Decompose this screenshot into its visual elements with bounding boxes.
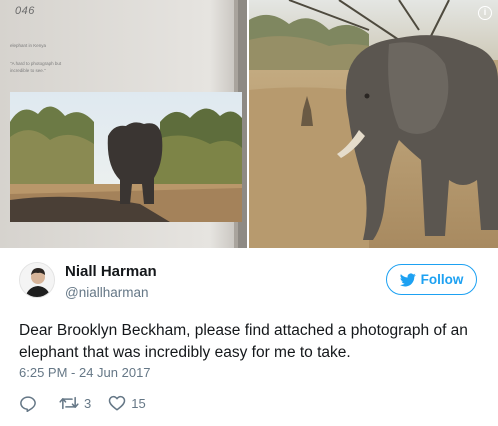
retweet-icon [59,396,79,410]
like-button[interactable]: 15 [108,395,146,411]
follow-button[interactable]: Follow [386,264,477,295]
avatar[interactable] [19,262,55,298]
reply-button[interactable] [19,395,37,412]
book-caption-line-1: "A hard to photograph but [10,61,62,66]
twitter-bird-icon [399,272,416,286]
elephant-photo[interactable]: i [249,0,498,248]
retweet-button[interactable]: 3 [59,395,91,411]
reply-icon [20,395,36,412]
tweet-text: Dear Brooklyn Beckham, please find attac… [19,322,468,361]
retweet-count: 3 [84,395,92,411]
info-icon[interactable]: i [478,6,492,20]
tweet-timestamp[interactable]: 6:25 PM - 24 Jun 2017 [19,365,151,380]
book-page-number: 046 [15,5,35,17]
user-handle[interactable]: @niallharman [65,285,149,300]
avatar-image [20,263,54,297]
book-caption-line-2: incredible to see." [10,68,46,73]
book-photo-illustration [0,0,247,248]
follow-button-label: Follow [420,272,464,287]
elephant-photo-illustration [249,0,498,248]
photo-grid: 046 elephant in Kenya "A hard to photogr… [0,0,498,248]
book-caption-title: elephant in Kenya [10,43,47,48]
tweet-actions: 3 15 [19,393,146,413]
book-photo[interactable]: 046 elephant in Kenya "A hard to photogr… [0,0,247,248]
like-count: 15 [131,395,146,411]
display-name[interactable]: Niall Harman [65,263,157,280]
heart-icon [108,395,126,411]
